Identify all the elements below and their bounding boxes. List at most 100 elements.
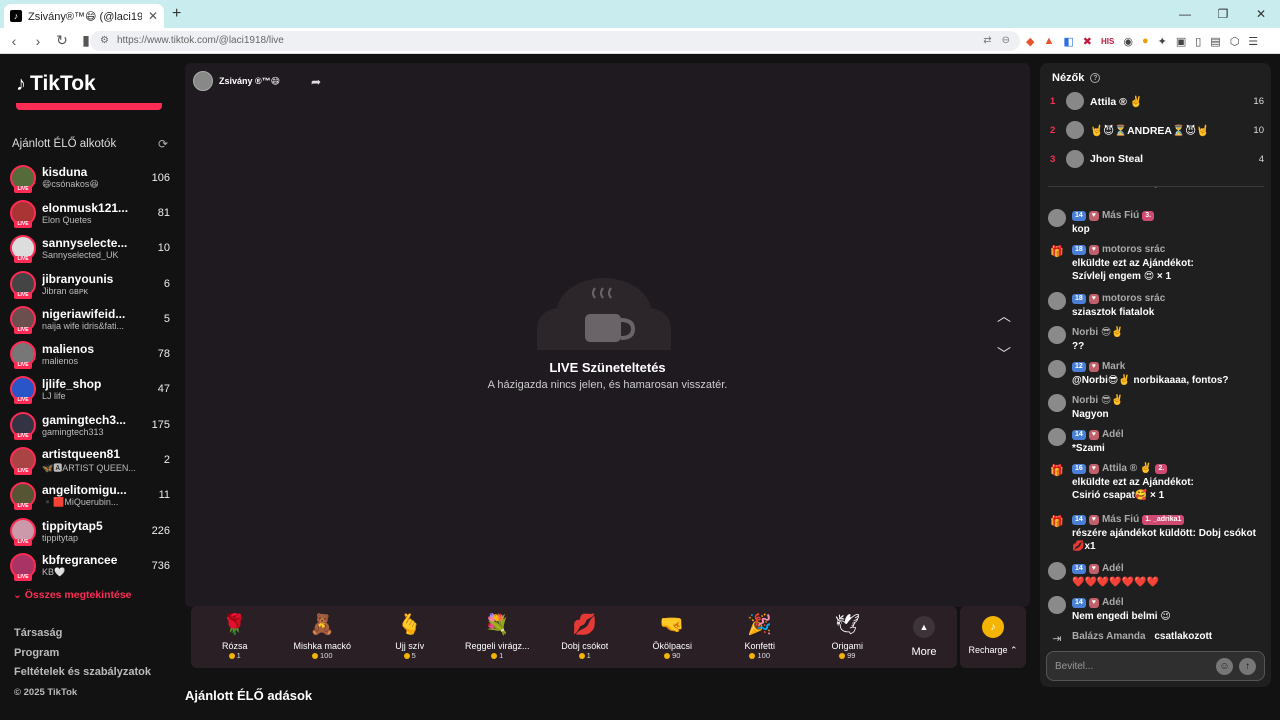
gift-item[interactable]: 💋 Dobj csókot 1 bbox=[541, 606, 629, 668]
chat-message-text: Nem engedi belmi 😉 bbox=[1072, 610, 1171, 622]
rank-badge: 1. _adrika1 bbox=[1142, 514, 1185, 525]
creator-item[interactable]: LIVE ljlife_shop LJ life 47 bbox=[10, 372, 170, 407]
chat-username[interactable]: motoros srác bbox=[1102, 292, 1165, 306]
creator-item[interactable]: LIVE tippitytap5 tippitytap 226 bbox=[10, 513, 170, 548]
minimize-icon[interactable]: — bbox=[1166, 0, 1204, 28]
recommended-header: Ajánlott ÉLŐ alkotók ⟳ bbox=[12, 137, 168, 151]
footer-link-program[interactable]: Program bbox=[14, 644, 151, 664]
chat-avatar[interactable] bbox=[1048, 209, 1066, 227]
chat-username[interactable]: Norbi 😎✌️ bbox=[1072, 394, 1124, 408]
gift-item[interactable]: 🤜 Ökölpacsi 90 bbox=[629, 606, 717, 668]
live-badge: LIVE bbox=[14, 220, 32, 228]
chat-username[interactable]: Balázs Amanda bbox=[1072, 630, 1146, 644]
creator-info: elonmusk121... Elon Quetes bbox=[42, 201, 138, 225]
gift-name: Reggeli virágz... bbox=[464, 641, 530, 651]
chat-username[interactable]: Norbi 😎✌️ bbox=[1072, 326, 1124, 340]
footer-link-terms[interactable]: Feltételek és szabályzatok bbox=[14, 663, 151, 683]
chat-username[interactable]: Más Fiú bbox=[1102, 513, 1139, 527]
forward-icon[interactable]: › bbox=[28, 33, 48, 49]
puzzle-icon[interactable]: ✦ bbox=[1158, 35, 1167, 48]
host-info[interactable]: Zsivány ®™😄 bbox=[193, 71, 280, 91]
chat-avatar[interactable] bbox=[1048, 562, 1066, 580]
creator-item[interactable]: LIVE jibranyounis Jibran ɢʙᴘᴋ 6 bbox=[10, 266, 170, 301]
tiktok-logo[interactable]: ♪ TikTok bbox=[16, 72, 96, 96]
creator-item[interactable]: LIVE gamingtech3... gamingtech313 175 bbox=[10, 407, 170, 442]
chat-username[interactable]: Adél bbox=[1102, 596, 1124, 610]
chat-username[interactable]: Adél bbox=[1102, 562, 1124, 576]
chevron-down-icon[interactable]: ﹀ bbox=[997, 344, 1011, 364]
creator-item[interactable]: LIVE malienos malienos 78 bbox=[10, 336, 170, 371]
chat-avatar[interactable] bbox=[1048, 326, 1066, 344]
color-ext-icon[interactable]: ● bbox=[1142, 35, 1149, 47]
chat-username[interactable]: Más Fiú bbox=[1102, 209, 1139, 223]
see-all-link[interactable]: ⌄ Összes megtekintése bbox=[13, 589, 132, 601]
level-badge: 14 bbox=[1072, 597, 1086, 608]
sidebar-icon[interactable]: ▯ bbox=[1195, 35, 1201, 48]
more-gifts-button[interactable]: ▲ More bbox=[891, 606, 957, 668]
chat-avatar[interactable] bbox=[1048, 596, 1066, 614]
chat-username[interactable]: motoros srác bbox=[1102, 243, 1165, 257]
rewards-icon[interactable]: ▲ bbox=[1043, 35, 1054, 47]
creator-item[interactable]: LIVE nigeriawifeid... naija wife idris&fat… bbox=[10, 301, 170, 336]
x-ext-icon[interactable]: ✖ bbox=[1083, 35, 1092, 48]
wallet-icon[interactable]: ▤ bbox=[1210, 35, 1220, 48]
share-icon[interactable]: ➦ bbox=[311, 75, 321, 89]
top-viewer-item[interactable]: 1 Attila ® ✌️ 16 bbox=[1050, 92, 1264, 110]
maximize-icon[interactable]: ❐ bbox=[1204, 0, 1242, 28]
creator-subtitle: malienos bbox=[42, 356, 79, 367]
new-tab-button[interactable]: + bbox=[172, 5, 181, 23]
menu-icon[interactable]: ☰ bbox=[1248, 35, 1258, 48]
chat-avatar[interactable] bbox=[1048, 360, 1066, 378]
vpn-icon[interactable]: ⬡ bbox=[1230, 35, 1240, 48]
creator-item[interactable]: LIVE kbfregrancee KB🤍 736 bbox=[10, 548, 170, 583]
chat-input[interactable] bbox=[1055, 660, 1210, 672]
reload-icon[interactable]: ↻ bbox=[52, 32, 72, 49]
host-avatar[interactable] bbox=[193, 71, 213, 91]
creator-item[interactable]: LIVE angelitomigu... ▪️🟥MiQuerubin... 11 bbox=[10, 478, 170, 513]
creator-item[interactable]: LIVE kisduna 😄csónakos😆 106 bbox=[10, 160, 170, 195]
chat-avatar[interactable] bbox=[1048, 292, 1066, 310]
gift-item[interactable]: 🫰 Ujj szív 5 bbox=[366, 606, 454, 668]
top-viewer-item[interactable]: 2 🤘😈⏳ANDREA⏳😈🤘 10 bbox=[1050, 121, 1264, 139]
gift-item[interactable]: 🎉 Konfetti 100 bbox=[716, 606, 804, 668]
eye-ext-icon[interactable]: ◉ bbox=[1123, 35, 1133, 48]
viewer-avatar bbox=[1066, 150, 1084, 168]
gift-item[interactable]: 🕊 Origami 99 bbox=[804, 606, 892, 668]
url-field[interactable]: ⚙ https://www.tiktok.com/@laci1918/live … bbox=[90, 30, 1020, 51]
creator-item[interactable]: LIVE artistqueen81 🦋🅰ARTIST QUEEN... 2 bbox=[10, 442, 170, 477]
close-window-icon[interactable]: ✕ bbox=[1242, 0, 1280, 28]
gift-item[interactable]: 🌹 Rózsa 1 bbox=[191, 606, 279, 668]
chat-username[interactable]: Mark bbox=[1102, 360, 1125, 374]
footer-link-company[interactable]: Társaság bbox=[14, 624, 151, 644]
translate-icon[interactable]: ⇄ bbox=[983, 35, 991, 46]
zoom-icon[interactable]: ⊖ bbox=[1002, 35, 1010, 46]
translate-ext-icon[interactable]: ◧ bbox=[1063, 35, 1073, 48]
creator-item[interactable]: LIVE elonmusk121... Elon Quetes 81 bbox=[10, 195, 170, 230]
info-icon[interactable]: ? bbox=[1090, 73, 1101, 83]
emoji-icon[interactable]: ☺ bbox=[1216, 657, 1233, 675]
screenshot-icon[interactable]: ▣ bbox=[1176, 35, 1186, 48]
close-tab-icon[interactable]: ✕ bbox=[148, 9, 158, 23]
live-badge: LIVE bbox=[14, 397, 32, 405]
chat-avatar[interactable] bbox=[1048, 394, 1066, 412]
refresh-icon[interactable]: ⟳ bbox=[158, 137, 168, 151]
top-viewer-item[interactable]: 3 Jhon Steal 4 bbox=[1050, 150, 1264, 168]
chat-username[interactable]: Adél bbox=[1102, 428, 1124, 442]
gift-item[interactable]: 💐 Reggeli virágz... 1 bbox=[454, 606, 542, 668]
creator-item[interactable]: LIVE sannyselecte... Sannyselected_UK 10 bbox=[10, 231, 170, 266]
chat-username[interactable]: Attila ® ✌️ bbox=[1102, 462, 1152, 476]
back-icon[interactable]: ‹ bbox=[4, 33, 24, 49]
site-info-icon[interactable]: ⚙ bbox=[100, 35, 109, 46]
chat-message-header: 14 ♥ Más Fiú 3. bbox=[1072, 209, 1155, 223]
chat-avatar[interactable] bbox=[1048, 428, 1066, 446]
recharge-button[interactable]: ♪ Recharge ⌃ bbox=[960, 606, 1026, 668]
gift-item[interactable]: 🧸 Mishka mackó 100 bbox=[279, 606, 367, 668]
his-ext-icon[interactable]: HIS bbox=[1101, 37, 1114, 46]
brave-shield-icon[interactable]: ◆ bbox=[1026, 35, 1034, 48]
live-video-player[interactable]: Zsivány ®™😄 ➦ LIVE Szüneteltetés A házig… bbox=[185, 63, 1030, 607]
chat-message-text: csatlakozott bbox=[1154, 631, 1213, 642]
fan-badge-icon: ♥ bbox=[1088, 293, 1099, 304]
send-icon[interactable]: ↑ bbox=[1239, 657, 1256, 675]
chevron-up-icon[interactable]: ︿ bbox=[997, 306, 1011, 326]
browser-tab[interactable]: ♪ Zsivány®™😄 (@laci1918) ÉLŐ ✕ bbox=[4, 4, 164, 28]
